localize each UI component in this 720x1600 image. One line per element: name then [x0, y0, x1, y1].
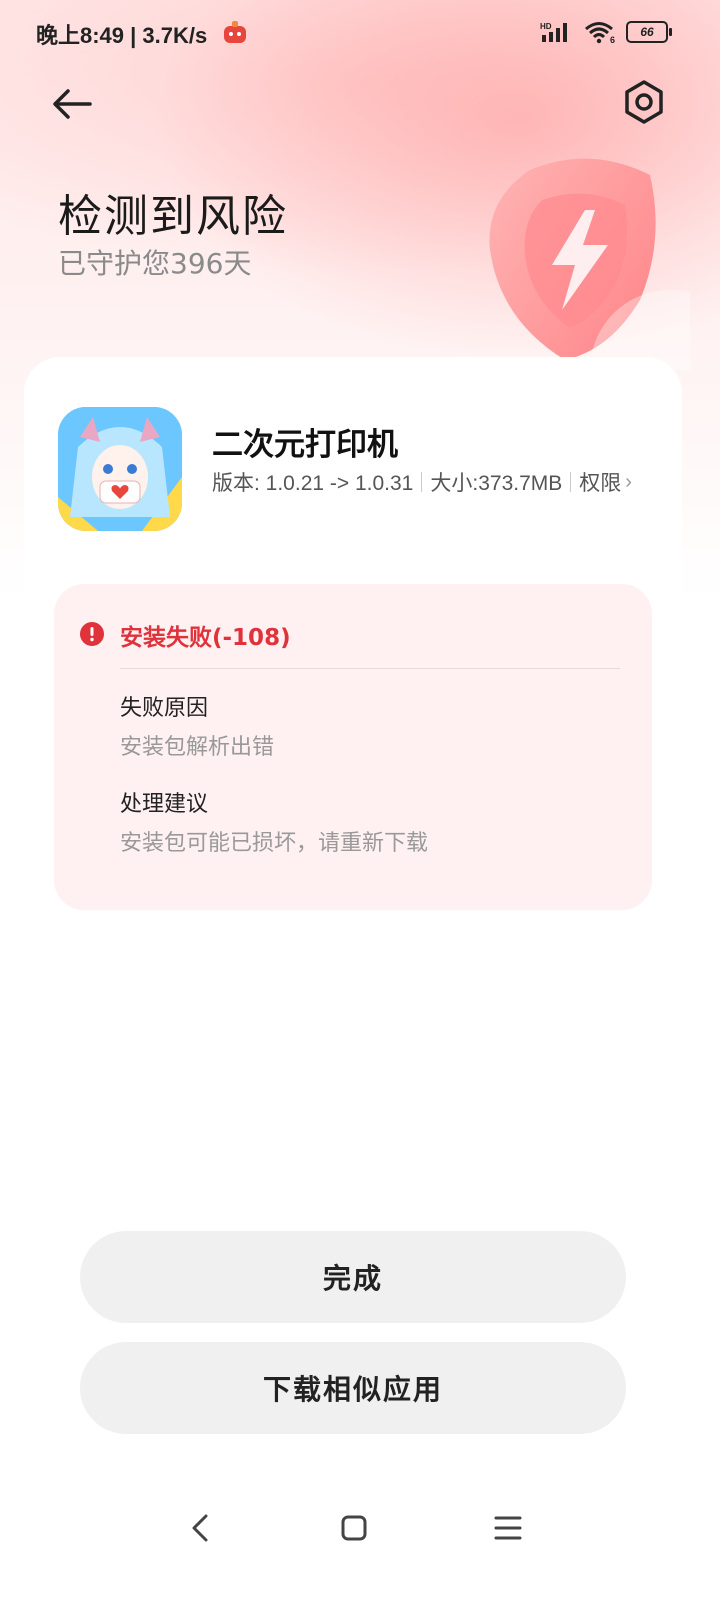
- battery-icon: 66: [626, 21, 672, 43]
- permissions-label: 权限: [579, 472, 622, 495]
- meta-divider: [570, 472, 572, 492]
- status-bar: 晚上8:49 | 3.7K/s HD 6 66: [0, 0, 720, 64]
- back-arrow-icon[interactable]: [44, 76, 100, 132]
- wifi-badge: 6: [610, 35, 615, 44]
- wifi-icon: 6: [585, 22, 615, 44]
- settings-icon[interactable]: [616, 74, 672, 130]
- download-similar-apps-button[interactable]: 下载相似应用: [80, 1342, 626, 1434]
- chevron-right-icon: ›: [625, 470, 632, 493]
- page-title: 检测到风险: [58, 191, 288, 242]
- status-icons: HD 6 66: [540, 20, 672, 44]
- app-size: 大小:373.7MB: [430, 472, 563, 495]
- notification-app-icon: [224, 21, 246, 43]
- suggestion-label: 处理建议: [120, 792, 209, 817]
- top-nav: [0, 64, 720, 144]
- app-version: 版本: 1.0.21 -> 1.0.31: [212, 472, 414, 495]
- failure-reason-value: 安装包解析出错: [120, 735, 275, 760]
- app-icon: [58, 407, 182, 531]
- failure-reason-label: 失败原因: [120, 696, 209, 721]
- app-meta: 版本: 1.0.21 -> 1.0.31 大小:373.7MB 权限 ›: [212, 467, 632, 497]
- permissions-link[interactable]: 权限 ›: [579, 467, 632, 497]
- signal-icon: HD: [540, 22, 567, 42]
- anime-avatar-icon: [58, 407, 182, 531]
- error-panel: 安装失败(-108) 失败原因 安装包解析出错 处理建议 安装包可能已损坏，请重…: [54, 584, 652, 910]
- nav-menu-icon[interactable]: [488, 1508, 528, 1548]
- meta-divider: [421, 472, 423, 492]
- nav-home-icon[interactable]: [334, 1508, 374, 1548]
- exclamation-circle-icon: [80, 622, 104, 646]
- nav-back-icon[interactable]: [182, 1508, 222, 1548]
- error-title: 安装失败(-108): [120, 625, 291, 651]
- app-name: 二次元打印机: [212, 427, 398, 463]
- suggestion-value: 安装包可能已损坏，请重新下载: [120, 831, 429, 856]
- system-nav-bar: [0, 1490, 720, 1570]
- done-button[interactable]: 完成: [80, 1231, 626, 1323]
- network-label: HD: [540, 22, 552, 31]
- status-time: 晚上8:49 | 3.7K/s: [36, 23, 208, 48]
- error-divider: [120, 668, 620, 669]
- page-subtitle: 已守护您396天: [58, 247, 252, 280]
- shield-lightning-icon: [489, 158, 690, 370]
